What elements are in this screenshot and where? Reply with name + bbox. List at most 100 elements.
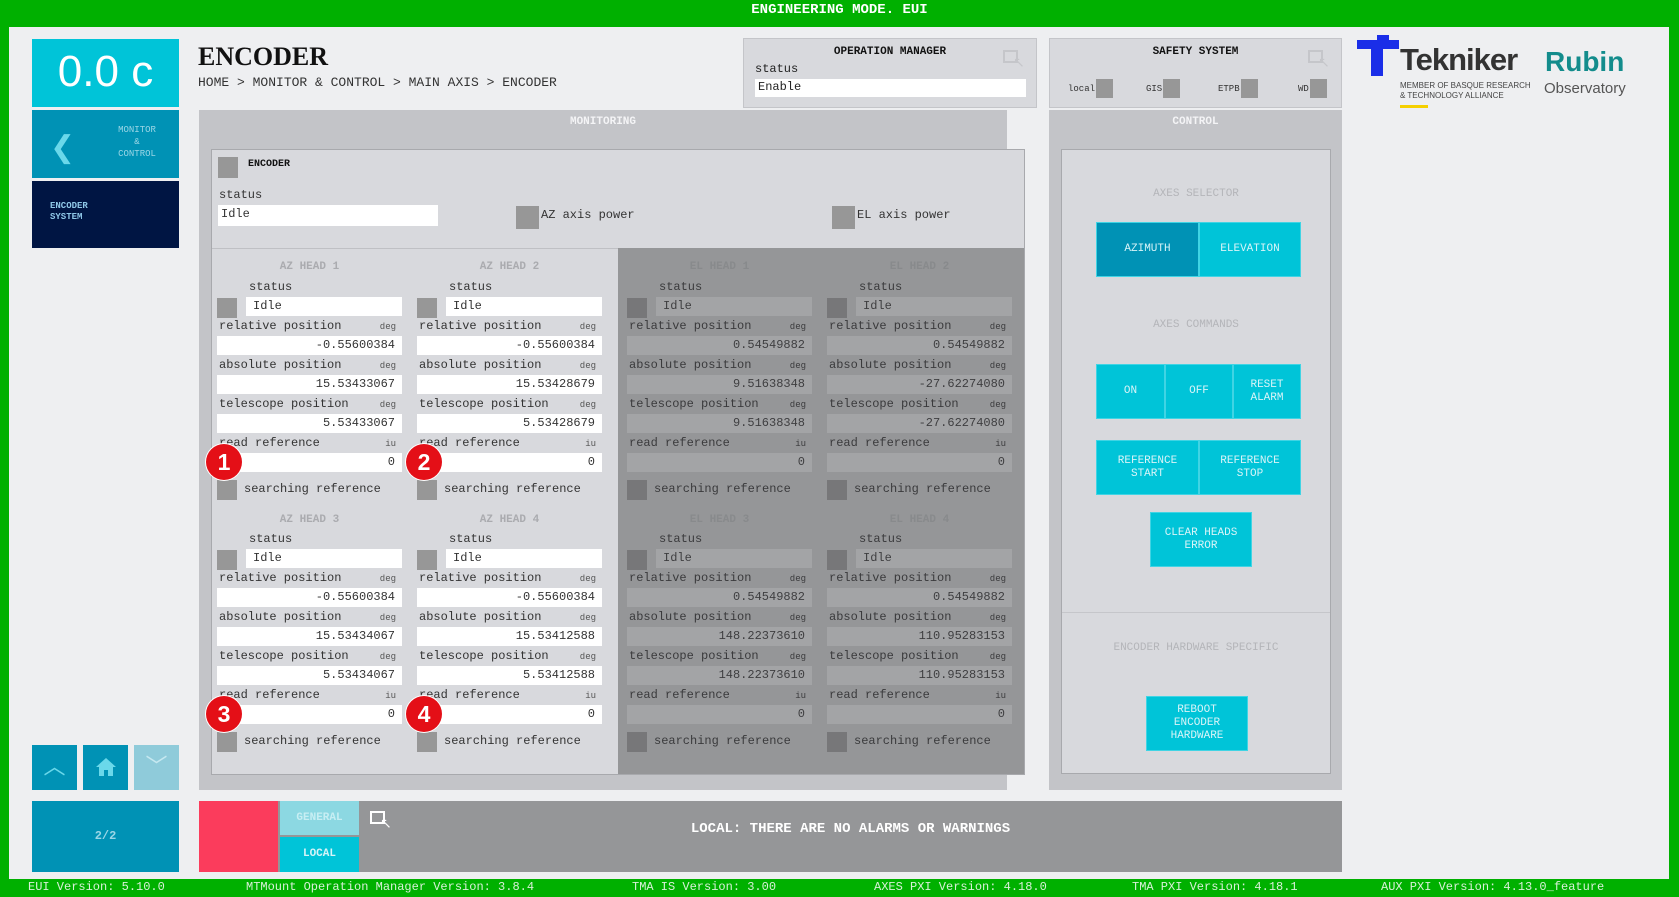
status-led [1096, 79, 1114, 98]
unit-label: deg [379, 400, 396, 410]
operation-manager-version: MTMount Operation Manager Version: 3.8.4 [246, 880, 535, 894]
telescope-position-value: 5.53433067 [217, 414, 402, 433]
back-monitor-control-button[interactable]: ❮ MONITOR & CONTROL [32, 110, 179, 178]
az-power-led [516, 206, 539, 229]
head-status-led [417, 298, 437, 318]
azimuth-button[interactable]: AZIMUTH [1096, 222, 1199, 277]
absolute-position-label: absolute position [419, 610, 542, 624]
unit-label: iu [795, 691, 806, 701]
off-button[interactable]: OFF [1165, 364, 1233, 419]
head-status-value: Idle [246, 297, 402, 316]
head-status-led [827, 550, 847, 570]
encoder-status-led [218, 157, 238, 178]
page-indicator: 2/2 [32, 801, 179, 872]
searching-reference-led [217, 732, 237, 752]
absolute-position-label: absolute position [829, 610, 952, 624]
unit-label: deg [579, 361, 596, 371]
unit-label: deg [579, 400, 596, 410]
unit-label: iu [385, 691, 396, 701]
head-status-value: Idle [446, 297, 602, 316]
reboot-encoder-hardware-button[interactable]: REBOOT ENCODER HARDWARE [1146, 696, 1248, 751]
searching-reference-led [827, 480, 847, 500]
reset-alarm-button[interactable]: RESET ALARM [1233, 364, 1301, 419]
elevation-button[interactable]: ELEVATION [1199, 222, 1301, 277]
absolute-position-value: 110.95283153 [827, 627, 1012, 646]
status-label: status [859, 280, 903, 294]
reference-start-button[interactable]: REFERENCE START [1096, 440, 1199, 495]
telescope-position-label: telescope position [219, 397, 349, 411]
page-up-button[interactable]: ︿ [32, 745, 77, 790]
absolute-position-value: 15.53433067 [217, 375, 402, 394]
searching-reference-label: searching reference [654, 482, 791, 496]
status-label: status [659, 280, 703, 294]
page-down-button[interactable]: ﹀ [134, 745, 179, 790]
searching-reference-label: searching reference [654, 734, 791, 748]
pointer-icon[interactable]: ↖ [1308, 50, 1330, 70]
relative-position-value: 0.54549882 [627, 588, 812, 607]
status-label: status [449, 280, 493, 294]
temperature-display: 0.0 c [32, 39, 179, 107]
unit-label: deg [789, 574, 806, 584]
annotation-badge: 3 [206, 696, 242, 732]
tma-pxi-version: TMA PXI Version: 4.18.1 [1132, 880, 1298, 894]
status-led [1309, 79, 1327, 98]
telescope-position-label: telescope position [419, 649, 549, 663]
unit-label: deg [579, 652, 596, 662]
safety-indicator-local: local [1068, 79, 1114, 98]
encoder-status-value: Idle [218, 205, 438, 226]
searching-reference-label: searching reference [854, 734, 991, 748]
unit-label: deg [789, 322, 806, 332]
tab-local[interactable]: LOCAL [280, 837, 359, 872]
reference-stop-button[interactable]: REFERENCE STOP [1199, 440, 1301, 495]
searching-reference-led [627, 480, 647, 500]
unit-label: deg [989, 574, 1006, 584]
unit-label: deg [579, 322, 596, 332]
tekniker-underline [1400, 105, 1428, 108]
head-status-led [627, 550, 647, 570]
annotation-badge: 4 [406, 696, 442, 732]
telescope-position-value: 9.51638348 [627, 414, 812, 433]
tab-general[interactable]: GENERAL [280, 801, 359, 835]
head-status-value: Idle [856, 549, 1012, 568]
relative-position-value: 0.54549882 [827, 336, 1012, 355]
alarm-message: LOCAL: THERE ARE NO ALARMS OR WARNINGS [690, 821, 1011, 837]
axes-selector-label: AXES SELECTOR [1153, 188, 1239, 200]
tma-is-version: TMA IS Version: 3.00 [632, 880, 777, 894]
relative-position-label: relative position [829, 571, 952, 585]
telescope-position-label: telescope position [219, 649, 349, 663]
absolute-position-label: absolute position [419, 358, 542, 372]
relative-position-label: relative position [829, 319, 952, 333]
unit-label: iu [995, 439, 1006, 449]
head-status-led [217, 298, 237, 318]
safety-system-panel: SAFETY SYSTEM local GIS ETPB WD ↖ [1049, 38, 1342, 108]
pointer-icon[interactable]: ↖ [1003, 50, 1025, 70]
encoder-head-el-head-1: EL HEAD 1 status Idle relative position deg 0… [627, 248, 812, 500]
encoder-head-az-head-3: AZ HEAD 3 status Idle relative position deg -… [206, 501, 402, 752]
status-label: status [249, 532, 293, 546]
head-status-led [627, 298, 647, 318]
clear-heads-error-button[interactable]: CLEAR HEADS ERROR [1150, 512, 1252, 567]
absolute-position-label: absolute position [629, 358, 752, 372]
az-power-label: AZ axis power [541, 208, 635, 222]
sidebar-item-encoder-system[interactable]: ENCODER SYSTEM [32, 181, 179, 248]
logos: Tekniker MEMBER OF BASQUE RESEARCH & TEC… [1357, 33, 1657, 113]
searching-reference-led [417, 480, 437, 500]
unit-label: deg [379, 613, 396, 623]
on-button[interactable]: ON [1096, 364, 1165, 419]
searching-reference-led [627, 732, 647, 752]
head-title: EL HEAD 2 [889, 261, 950, 273]
home-icon [95, 758, 116, 776]
head-status-led [217, 550, 237, 570]
unit-label: deg [989, 400, 1006, 410]
encoder-head-el-head-2: EL HEAD 2 status Idle relative position deg 0… [827, 248, 1012, 500]
safety-indicator-etpb: ETPB [1218, 79, 1258, 98]
absolute-position-value: -27.62274080 [827, 375, 1012, 394]
chevron-up-icon: ︿ [43, 755, 66, 780]
safety-indicator-wd: WD [1298, 79, 1327, 98]
home-button[interactable] [83, 745, 128, 790]
unit-label: deg [379, 361, 396, 371]
absolute-position-value: 15.53412588 [417, 627, 602, 646]
unit-label: iu [585, 691, 596, 701]
axes-pxi-version: AXES PXI Version: 4.18.0 [874, 880, 1047, 894]
searching-reference-label: searching reference [244, 482, 381, 496]
